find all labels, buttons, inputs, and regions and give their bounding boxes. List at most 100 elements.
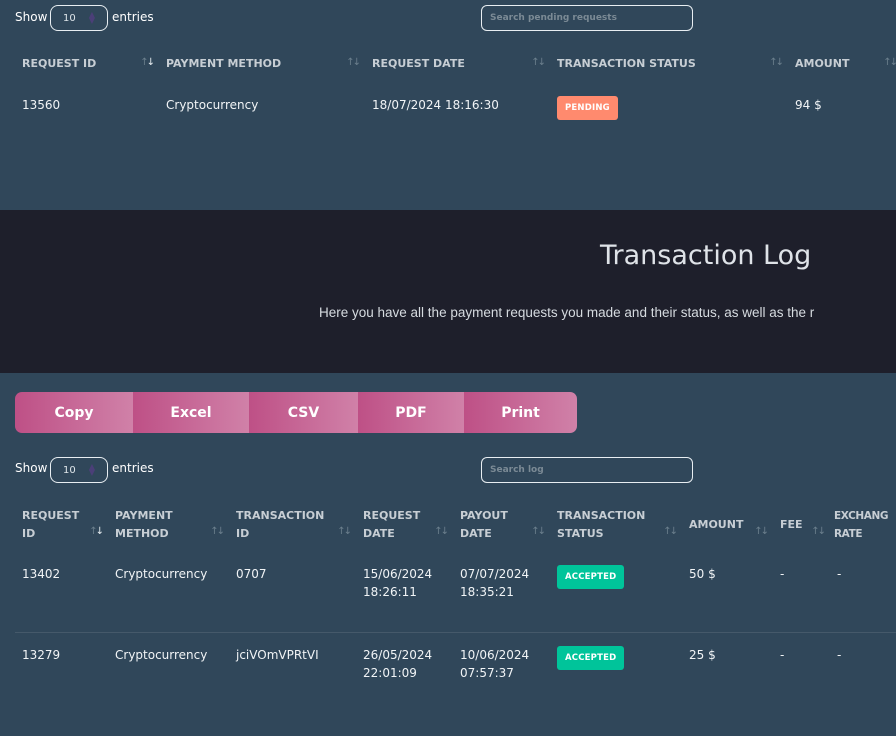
status-badge: ACCEPTED bbox=[557, 565, 625, 589]
spinner-icon: ▲ ▼ bbox=[88, 462, 95, 477]
sort-icon: ↑↓ bbox=[883, 57, 896, 68]
entries-label: entries bbox=[112, 461, 154, 475]
transaction-status-cell: ACCEPTED bbox=[550, 565, 682, 632]
header-label: PAYMENT bbox=[115, 509, 173, 522]
header-label: REQUEST bbox=[22, 509, 80, 522]
header-label: FEE bbox=[780, 518, 803, 531]
copy-button[interactable]: Copy bbox=[15, 392, 133, 433]
request-id-text: 13279 bbox=[22, 648, 61, 662]
transaction-id-text: jciVOmVPRtVI bbox=[236, 648, 319, 662]
request-date-cell: 15/06/2024 18:26:11 bbox=[356, 565, 453, 632]
sort-icon: ↑↓ bbox=[210, 526, 225, 537]
header-label: REQUEST ID bbox=[22, 57, 97, 70]
page-title: Transaction Log bbox=[600, 240, 812, 271]
column-header-transaction-status[interactable]: TRANSACTION STATUS ↑↓ bbox=[550, 52, 788, 76]
request-id-cell: 13279 bbox=[15, 646, 108, 706]
header-label: DATE bbox=[460, 527, 492, 540]
table-row: 13402 Cryptocurrency 0707 15/06/2024 18:26:1… bbox=[15, 565, 896, 632]
payout-date-cell: 07/07/2024 18:35:21 bbox=[453, 565, 550, 632]
page-size-select[interactable]: 10 ▲ ▼ bbox=[50, 5, 108, 31]
header-label: REQUEST bbox=[363, 509, 421, 522]
search-log-input[interactable] bbox=[481, 457, 693, 483]
sort-icon: ↑↓ bbox=[346, 57, 361, 68]
search-pending-input[interactable] bbox=[481, 5, 693, 31]
sort-icon: ↑↓ bbox=[89, 526, 104, 537]
page-size-value: 10 bbox=[63, 465, 76, 476]
print-button[interactable]: Print bbox=[464, 392, 577, 433]
header-label: RATE bbox=[834, 528, 863, 540]
pdf-button[interactable]: PDF bbox=[358, 392, 464, 433]
transaction-status-cell: ACCEPTED bbox=[550, 646, 682, 706]
column-header-request-id[interactable]: REQUEST ID ↑↓ bbox=[15, 52, 159, 76]
column-header-fee[interactable]: FEE ↑↓ bbox=[773, 505, 830, 545]
payout-time-text: 18:35:21 bbox=[460, 585, 514, 599]
payout-date-text: 07/07/2024 bbox=[460, 567, 530, 581]
show-label: Show bbox=[15, 461, 48, 475]
pending-requests-section: Show 10 ▲▼ entries REQUEST ID ↑↓ PAYMENT M… bbox=[0, 0, 896, 210]
column-header-transaction-status[interactable]: TRANSACTION STATUS ↑↓ bbox=[550, 505, 682, 545]
column-header-request-date[interactable]: REQUEST DATE ↑↓ bbox=[365, 52, 550, 76]
transaction-id-cell: 0707 bbox=[229, 565, 356, 632]
payout-time-text: 07:57:37 bbox=[460, 666, 514, 680]
amount-cell: 94 $ bbox=[795, 98, 822, 112]
table-row: 13560 Cryptocurrency 18/07/2024 18:16:30… bbox=[15, 96, 896, 120]
page-size-select[interactable]: 10 ▲ ▼ bbox=[50, 457, 108, 483]
sort-icon: ↑↓ bbox=[754, 526, 769, 537]
fee-text: - bbox=[780, 567, 785, 581]
sort-icon: ↑↓ bbox=[531, 57, 546, 68]
column-header-request-id[interactable]: REQUEST ID ↑↓ bbox=[15, 505, 108, 545]
request-id-cell: 13402 bbox=[15, 565, 108, 632]
column-header-amount[interactable]: AMOUNT ↑↓ bbox=[682, 505, 773, 545]
payout-date-text: 10/06/2024 bbox=[460, 648, 530, 662]
request-date-text: 15/06/2024 bbox=[363, 567, 433, 581]
page-size-value: 10 bbox=[63, 13, 76, 24]
header-label: PAYOUT bbox=[460, 509, 508, 522]
spinner-icon: ▲ ▼ bbox=[88, 10, 95, 25]
exchange-rate-text: - bbox=[837, 648, 842, 662]
amount-cell: 25 $ bbox=[682, 646, 773, 706]
show-label: Show bbox=[15, 10, 48, 24]
header-label: TRANSACTION bbox=[236, 509, 325, 522]
sort-icon: ↑↓ bbox=[769, 57, 784, 68]
payment-method-cell: Cryptocurrency bbox=[166, 98, 259, 112]
fee-cell: - bbox=[773, 646, 830, 706]
request-id-cell: 13560 bbox=[22, 98, 61, 112]
header-label: ID bbox=[236, 527, 250, 540]
header-label: EXCHANG bbox=[834, 510, 889, 522]
column-header-amount[interactable]: AMOUNT ↑↓ bbox=[788, 52, 896, 76]
header-label: STATUS bbox=[557, 527, 604, 540]
request-date-cell: 26/05/2024 22:01:09 bbox=[356, 646, 453, 706]
transaction-id-cell: jciVOmVPRtVI bbox=[229, 646, 356, 706]
sort-icon: ↑↓ bbox=[337, 526, 352, 537]
fee-text: - bbox=[780, 648, 785, 662]
header-label: TRANSACTION bbox=[557, 509, 646, 522]
entries-label: entries bbox=[112, 10, 154, 24]
transaction-log-section: Copy Excel CSV PDF Print Show 10 ▲ ▼ entri… bbox=[0, 373, 896, 736]
excel-button[interactable]: Excel bbox=[133, 392, 249, 433]
payment-method-text: Cryptocurrency bbox=[115, 648, 208, 662]
column-header-transaction-id[interactable]: TRANSACTION ID ↑↓ bbox=[229, 505, 356, 545]
column-header-request-date[interactable]: REQUEST DATE ↑↓ bbox=[356, 505, 453, 545]
sort-icon: ↑↓ bbox=[811, 526, 826, 537]
export-button-group: Copy Excel CSV PDF Print bbox=[15, 392, 577, 433]
payment-method-cell: Cryptocurrency bbox=[108, 646, 229, 706]
sort-icon: ↑↓ bbox=[140, 57, 155, 68]
amount-text: 25 $ bbox=[689, 648, 716, 662]
header-label: PAYMENT METHOD bbox=[166, 57, 282, 70]
transaction-log-header: Transaction Log Here you have all the pa… bbox=[0, 210, 896, 373]
request-time-text: 18:26:11 bbox=[363, 585, 417, 599]
exchange-rate-cell: - bbox=[830, 646, 896, 706]
csv-button[interactable]: CSV bbox=[249, 392, 358, 433]
payment-method-text: Cryptocurrency bbox=[115, 567, 208, 581]
fee-cell: - bbox=[773, 565, 830, 632]
status-badge: PENDING bbox=[557, 96, 618, 120]
column-header-payment-method[interactable]: PAYMENT METHOD ↑↓ bbox=[108, 505, 229, 545]
table-row: 13279 Cryptocurrency jciVOmVPRtVI 26/05/202… bbox=[15, 646, 896, 706]
column-header-exchange-rate[interactable]: EXCHANG RATE bbox=[830, 505, 896, 545]
request-date-text: 26/05/2024 bbox=[363, 648, 433, 662]
request-id-text: 13402 bbox=[22, 567, 61, 581]
column-header-payout-date[interactable]: PAYOUT DATE ↑↓ bbox=[453, 505, 550, 545]
amount-text: 50 $ bbox=[689, 567, 716, 581]
sort-icon: ↑↓ bbox=[531, 526, 546, 537]
column-header-payment-method[interactable]: PAYMENT METHOD ↑↓ bbox=[159, 52, 365, 76]
